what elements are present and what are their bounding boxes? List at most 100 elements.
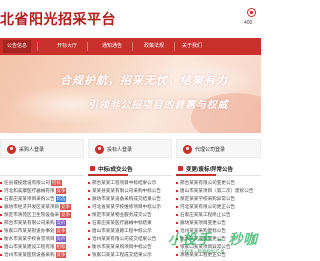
bullet-icon <box>88 181 90 184</box>
list-item[interactable]: 保定市清苑区卫生院设备采 竞争 <box>0 211 84 219</box>
list-item[interactable]: 衡水市某某采购项目中标公告 <box>88 243 172 251</box>
bullet-icon <box>176 253 178 256</box>
bullet-icon <box>88 245 90 248</box>
list-item[interactable]: 某某县某某有限公司采购中标公告 <box>88 187 172 195</box>
list-item[interactable]: 邢台市某某有限公司采购 竞价 <box>0 219 84 227</box>
list-item-title: 保定市某某物业服务成交公告 <box>92 212 152 217</box>
list-item[interactable]: 河北和美康医疗器械有限 竞争 <box>0 187 84 195</box>
list-item[interactable]: 河北省某某学校维修项目中标公示 <box>88 203 172 211</box>
type-badge: 竞价 <box>55 219 67 226</box>
phone-number: 400 <box>244 20 253 26</box>
bullet-icon <box>88 197 90 200</box>
list-icon <box>90 166 95 171</box>
list-item-title: 石家庄某某项目采购公告 <box>4 196 55 201</box>
list-item[interactable]: 衡水市某某学校食堂项目 竞价 <box>0 235 84 243</box>
list-item-title: 某某县某某有限公司采购中标公告 <box>92 188 161 193</box>
site-header: 北省阳光招采平台 400 <box>0 0 261 34</box>
user-icon <box>183 145 192 154</box>
list-item[interactable]: 石家庄某某项目采购公告 比选 <box>0 195 84 203</box>
phone-icon <box>247 8 256 17</box>
banner-slogan-line1: 合规护航，招采无忧，结果有力 <box>60 74 228 87</box>
nav-divider <box>37 42 38 51</box>
bidder-login-button[interactable]: 投标人登录 <box>88 139 172 158</box>
bullet-icon <box>88 213 90 216</box>
list-item[interactable]: 石家庄某某工程终止公告 <box>176 211 261 219</box>
bullet-icon <box>0 221 2 224</box>
list-item-title: 邢台某某工程项目中标结果公示 <box>92 180 157 185</box>
list-item-title: 廊坊某某项目变更公告 <box>180 220 226 225</box>
nav-item-announcements[interactable]: 公告信息 <box>3 40 32 53</box>
list-item[interactable]: 石家庄某某医疗器械中标结果 <box>88 219 172 227</box>
list-item-title: 衡水市某某采购项目中标公告 <box>92 244 152 249</box>
list-item-title: 廊坊市某某设备采购成交结果公告 <box>92 196 161 201</box>
bullet-icon <box>88 189 90 192</box>
list-item[interactable]: 唐山市某某项目（第二次）废标公告 <box>176 187 261 195</box>
list-item[interactable]: 廊坊市经济开发区某某项目 竞争 <box>0 203 84 211</box>
type-badge: 竞争 <box>55 227 67 234</box>
list-item-title: 张家口某某工程成交结果公示 <box>92 252 152 257</box>
list-item[interactable]: 张家口市某某街道办事处 竞争 <box>0 227 84 235</box>
list-item-title: 河北和美康医疗器械有限 <box>4 188 55 193</box>
list-item-title: 河北省某某学校维修项目中标公示 <box>92 204 161 209</box>
nav-divider <box>132 42 133 51</box>
list-item[interactable]: 保定某某学校采购异常公告 <box>176 195 261 203</box>
login-label: 代理公司登录 <box>195 147 226 153</box>
nav-divider <box>87 42 88 51</box>
bullet-icon <box>0 253 2 256</box>
login-label: 投标人登录 <box>107 147 133 153</box>
list-item-title: 唐山市某某道路工程中标公示 <box>92 228 152 233</box>
purchaser-login-button[interactable]: 采购人登录 <box>0 139 84 158</box>
type-badge: 竞价 <box>55 235 67 242</box>
nav-divider <box>174 42 175 51</box>
watermark-caption: 小投手 - 秒咖招标信息 <box>180 249 225 254</box>
bullet-icon <box>88 221 90 224</box>
list-item[interactable]: 邢台某某工程项目中标结果公示 <box>88 179 172 187</box>
bullet-icon <box>0 229 2 232</box>
nav-item-notices[interactable]: 通知通告 <box>98 40 126 53</box>
site-title[interactable]: 北省阳光招采平台 <box>0 9 116 29</box>
user-icon <box>95 145 104 154</box>
bullet-icon <box>0 189 2 192</box>
type-badge: 竞争 <box>55 251 67 258</box>
bullet-icon <box>176 213 178 216</box>
list-item[interactable]: 沧州某某有限公司成交结果公告 <box>88 235 172 243</box>
user-icon <box>7 145 16 154</box>
list-item[interactable]: 沧州市某某医院设备采购 竞争 <box>0 251 84 259</box>
nav-item-bid-opening-hall[interactable]: 开标大厅 <box>53 40 81 53</box>
bullet-icon <box>0 213 2 216</box>
list-item[interactable]: 邢台某某有限公司变更公告 <box>176 179 261 187</box>
column-award-announcements: 中标/成交公告 邢台某某工程项目中标结果公示 某某县某某有限公司采购中标公告 廊… <box>88 163 172 261</box>
column-header: 中标/成交公告 <box>88 163 172 176</box>
list-item[interactable]: 保定市某某物业服务成交公告 <box>88 211 172 219</box>
column-title[interactable]: 变更/废标/异常公告 <box>186 165 233 173</box>
bullet-icon <box>176 221 178 224</box>
bullet-icon <box>176 205 178 208</box>
type-badge: 招标 <box>50 179 62 186</box>
agency-login-button[interactable]: 代理公司登录 <box>176 139 261 158</box>
type-badge: 招标 <box>55 243 67 250</box>
list-item[interactable]: 任县城投建设有限公司 招标 <box>0 179 84 187</box>
list-item-title: 衡水市某某学校食堂项目 <box>4 236 55 241</box>
list-item[interactable]: 廊坊市某某设备采购成交结果公告 <box>88 195 172 203</box>
watermark-logo: 小投手 - 秒咖 <box>168 232 258 248</box>
nav-item-policies[interactable]: 政策法规 <box>140 40 168 53</box>
bullet-icon <box>0 181 2 184</box>
list-item-title: 沧州某某有限公司成交结果公告 <box>92 236 157 241</box>
list-item[interactable]: 张家口某某工程成交结果公示 <box>88 251 172 259</box>
login-label: 采购人登录 <box>19 147 45 153</box>
column-title[interactable]: 中标/成交公告 <box>98 165 133 173</box>
list-item-title: 保定市清苑区卫生院设备采 <box>4 212 60 217</box>
list-item[interactable]: 唐山市某某建设工程有限 招标 <box>0 243 84 251</box>
column-header <box>0 163 84 176</box>
list-item-title: 邢台市某某有限公司采购 <box>4 220 55 225</box>
bullet-icon <box>0 237 2 240</box>
bullet-icon <box>0 245 2 248</box>
list-item[interactable]: 廊坊某某项目变更公告 <box>176 219 261 227</box>
list-item[interactable]: 唐山市某某道路工程中标公示 <box>88 227 172 235</box>
list-item[interactable]: 河北某某有限公司更正公告 <box>176 203 261 211</box>
nav-item-about-us[interactable]: 关于我们 <box>178 40 206 53</box>
list-item-title: 唐山市某某建设工程有限 <box>4 244 55 249</box>
main-nav: 公告信息 开标大厅 通知通告 政策法规 关于我们 <box>0 38 261 55</box>
hero-banner[interactable] <box>0 55 261 133</box>
type-badge: 竞争 <box>60 203 71 210</box>
